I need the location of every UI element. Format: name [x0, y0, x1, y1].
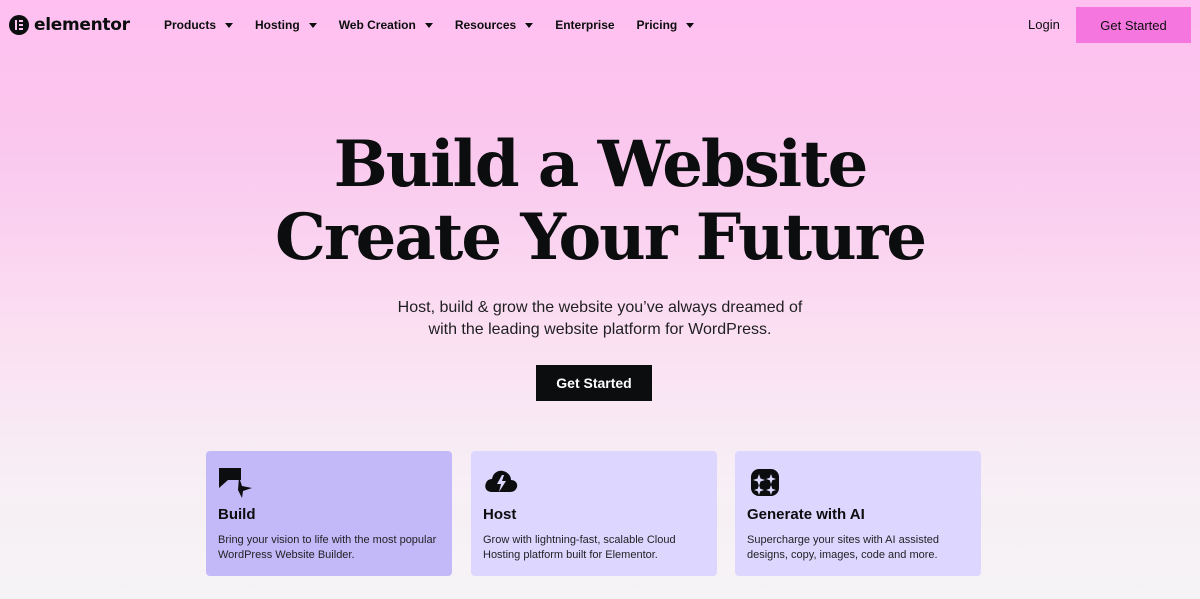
- nav-item-label: Hosting: [255, 18, 300, 32]
- nav-item-label: Enterprise: [555, 18, 615, 32]
- elementor-logo-icon: [9, 15, 29, 35]
- site-header: elementor Products Hosting Web Creation …: [0, 0, 1200, 50]
- nav-item-resources[interactable]: Resources: [454, 18, 534, 32]
- hero-subtitle: Host, build & grow the website you’ve al…: [0, 297, 1200, 341]
- chevron-down-icon: [686, 22, 695, 28]
- nav-item-products[interactable]: Products: [164, 18, 234, 32]
- brand-logo[interactable]: elementor: [9, 14, 130, 36]
- feature-card-title: Host: [483, 506, 517, 523]
- feature-card-description: Bring your vision to life with the most …: [218, 534, 437, 561]
- nav-item-label: Pricing: [636, 18, 678, 32]
- feature-card-title: Build: [218, 506, 256, 523]
- feature-card-title: Generate with AI: [747, 506, 865, 523]
- login-link[interactable]: Login: [1028, 17, 1060, 32]
- hero-title: Build a Website Create Your Future: [0, 128, 1200, 274]
- hero-subtitle-line-2: with the leading website platform for Wo…: [428, 321, 772, 338]
- hero-title-line-1: Build a Website: [333, 127, 869, 202]
- chevron-down-icon: [308, 22, 317, 28]
- nav-item-pricing[interactable]: Pricing: [637, 18, 695, 32]
- hero-subtitle-line-1: Host, build & grow the website you’ve al…: [397, 299, 803, 316]
- feature-card-host[interactable]: Host Grow with lightning-fast, scalable …: [471, 451, 717, 576]
- hero-title-line-2: Create Your Future: [274, 200, 927, 275]
- chevron-down-icon: [225, 22, 234, 28]
- nav-item-label: Products: [164, 18, 217, 32]
- brand-name: elementor: [34, 15, 130, 35]
- feature-card-description: Supercharge your sites with AI assisted …: [747, 534, 939, 561]
- build-icon: [219, 468, 252, 498]
- header-get-started-button[interactable]: Get Started: [1076, 7, 1191, 43]
- chevron-down-icon: [525, 22, 534, 28]
- nav-item-enterprise[interactable]: Enterprise: [555, 18, 614, 32]
- nav-item-label: Web Creation: [338, 18, 416, 32]
- feature-card-build[interactable]: Build Bring your vision to life with the…: [206, 451, 452, 576]
- nav-item-web-creation[interactable]: Web Creation: [339, 18, 433, 32]
- cloud-bolt-icon: [485, 470, 518, 492]
- feature-card-generate-with-ai[interactable]: Generate with AI Supercharge your sites …: [735, 451, 981, 576]
- nav-item-hosting[interactable]: Hosting: [255, 18, 317, 32]
- ai-sparkle-icon: [751, 469, 779, 496]
- main-nav: Products Hosting Web Creation Resources …: [164, 0, 716, 50]
- feature-card-description: Grow with lightning-fast, scalable Cloud…: [483, 534, 676, 561]
- hero-get-started-button[interactable]: Get Started: [536, 365, 652, 401]
- chevron-down-icon: [424, 22, 433, 28]
- nav-item-label: Resources: [454, 18, 517, 32]
